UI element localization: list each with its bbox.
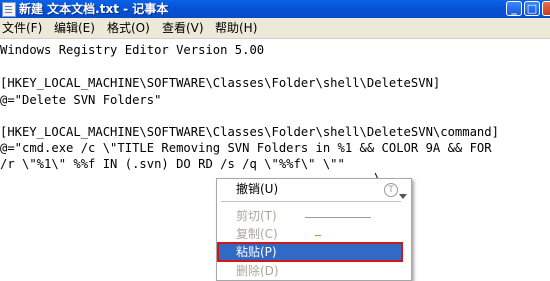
- context-menu: 撤销(U) T 剪切(T) 复制(C) 粘贴(P) 删除(D): [216, 178, 412, 281]
- menu-view[interactable]: 查看(V): [162, 21, 204, 35]
- context-copy[interactable]: 复制(C): [218, 225, 402, 243]
- context-undo[interactable]: 撤销(U): [218, 180, 402, 198]
- menu-file[interactable]: 文件(F): [2, 21, 42, 35]
- context-delete[interactable]: 删除(D): [218, 262, 402, 280]
- menu-format[interactable]: 格式(O): [107, 21, 150, 35]
- menu-separator: [221, 201, 401, 202]
- menu-edit[interactable]: 编辑(E): [54, 21, 95, 35]
- maximize-button[interactable]: □: [524, 1, 540, 16]
- editor-line: Windows Registry Editor Version 5.00: [0, 43, 265, 57]
- menu-hint-line: [305, 217, 371, 218]
- editor-line: [HKEY_LOCAL_MACHINE\SOFTWARE\Classes\Fol…: [0, 76, 441, 90]
- context-cut[interactable]: 剪切(T): [218, 207, 402, 225]
- title-bar[interactable]: 新建 文本文档.txt - 记事本 _ □: [0, 0, 550, 18]
- menu-help[interactable]: 帮助(H): [215, 21, 257, 35]
- menu-hint-line: [315, 235, 321, 236]
- close-button[interactable]: [542, 1, 550, 16]
- notepad-icon: [2, 2, 16, 17]
- menu-bar: 文件(F) 编辑(E) 格式(O) 查看(V) 帮助(H): [0, 18, 550, 39]
- window-title: 新建 文本文档.txt - 记事本: [19, 2, 169, 16]
- chevron-down-icon: [399, 194, 407, 199]
- editor-line: /r \"%1\" %%f IN (.svn) DO RD /s /q \"%%…: [0, 157, 345, 171]
- context-paste[interactable]: 粘贴(P): [217, 242, 403, 262]
- editor-line: @="Delete SVN Folders": [0, 93, 162, 107]
- minimize-button[interactable]: _: [506, 1, 522, 16]
- editor-line: @="cmd.exe /c \"TITLE Removing SVN Folde…: [0, 141, 492, 155]
- editor-line: [HKEY_LOCAL_MACHINE\SOFTWARE\Classes\Fol…: [0, 125, 499, 139]
- help-icon: T: [384, 183, 398, 197]
